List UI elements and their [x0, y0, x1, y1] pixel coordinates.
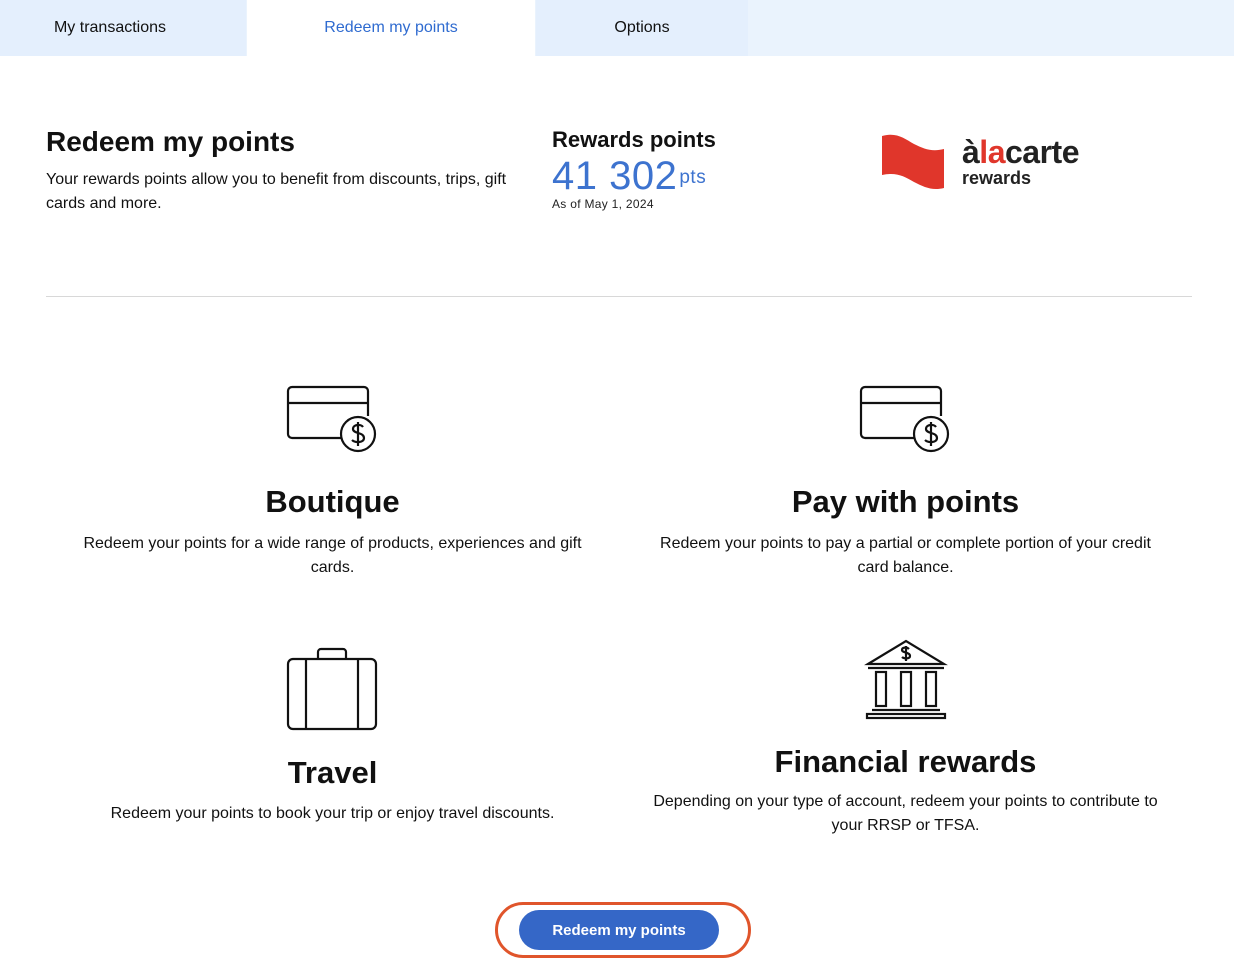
- option-title: Pay with points: [791, 484, 1020, 519]
- credit-card-dollar-icon: [286, 385, 377, 453]
- suitcase-icon: [286, 647, 378, 731]
- option-title: Boutique: [265, 484, 400, 519]
- page-intro: Your rewards points allow you to benefit…: [46, 171, 507, 212]
- logo-subtext: rewards: [962, 168, 1032, 188]
- redeem-my-points-button[interactable]: Redeem my points: [519, 910, 719, 950]
- section-divider: [46, 296, 1192, 297]
- option-pay-with-points[interactable]: Pay with points Redeem your points to pa…: [619, 380, 1192, 600]
- logo-wordmark: àlacarte: [962, 134, 1079, 170]
- page-title: Redeem my points: [46, 126, 295, 157]
- bank-icon: [864, 639, 948, 720]
- option-description: Redeem your points to book your trip or …: [110, 805, 555, 822]
- option-title: Travel: [287, 755, 378, 790]
- option-travel[interactable]: Travel Redeem your points to book your t…: [46, 645, 619, 845]
- option-title: Financial rewards: [774, 744, 1037, 779]
- tab-my-transactions[interactable]: My transactions: [0, 0, 246, 56]
- option-description: Redeem your points for a wide range of p…: [83, 535, 582, 576]
- alacarte-rewards-logo: àlacarte rewards: [880, 132, 1120, 194]
- tab-bar: My transactions Redeem my points Options: [0, 0, 1234, 56]
- flag-logo-icon: [882, 134, 944, 190]
- option-boutique[interactable]: Boutique Redeem your points for a wide r…: [46, 380, 619, 600]
- option-financial-rewards[interactable]: Financial rewards Depending on your type…: [619, 636, 1192, 856]
- tab-redeem-my-points[interactable]: Redeem my points: [247, 0, 535, 56]
- credit-card-dollar-icon: [859, 385, 950, 453]
- tab-options[interactable]: Options: [536, 0, 748, 56]
- points-number: 41 302: [552, 154, 678, 198]
- option-description: Depending on your type of account, redee…: [653, 793, 1158, 834]
- rewards-points-label: Rewards points: [552, 127, 716, 152]
- points-unit: pts: [679, 167, 707, 188]
- points-as-of-date: As of May 1, 2024: [552, 197, 654, 211]
- rewards-points-value: 41 302 pts: [552, 153, 706, 199]
- option-description: Redeem your points to pay a partial or c…: [660, 535, 1151, 576]
